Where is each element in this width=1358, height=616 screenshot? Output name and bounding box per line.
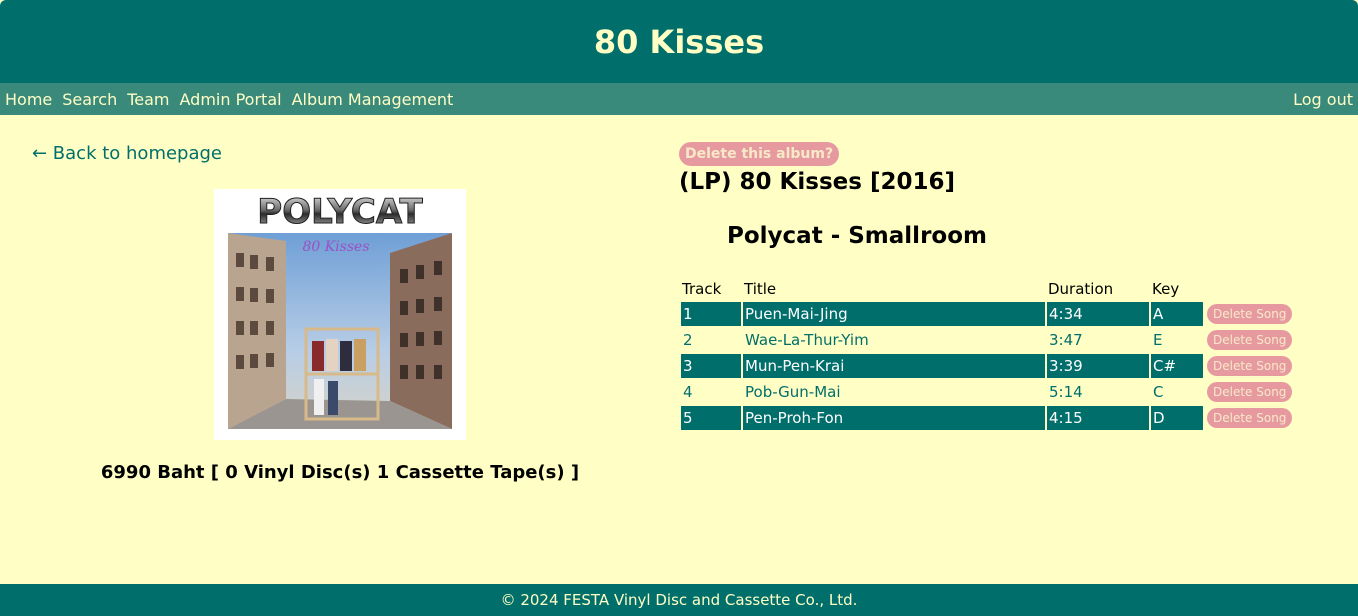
delete-song-button[interactable]: Delete Song xyxy=(1207,330,1293,350)
track-duration: 4:15 xyxy=(1047,406,1149,430)
back-to-homepage-link[interactable]: ← Back to homepage xyxy=(32,143,222,164)
artist-label-line: Polycat - Smallroom xyxy=(727,223,987,249)
price-stock-line: 6990 Baht [ 0 Vinyl Disc(s) 1 Cassette T… xyxy=(100,462,580,483)
track-duration: 4:34 xyxy=(1047,302,1149,326)
header-key: Key xyxy=(1152,280,1180,298)
table-row: 4 Pob-Gun-Mai 5:14 C Delete Song xyxy=(681,380,1294,404)
cover-script-title: 80 Kisses xyxy=(302,239,369,255)
delete-song-button[interactable]: Delete Song xyxy=(1207,382,1293,402)
nav-bar: Home Search Team Admin Portal Album Mana… xyxy=(0,83,1358,115)
track-duration: 3:47 xyxy=(1049,331,1083,349)
track-duration: 3:39 xyxy=(1047,354,1149,378)
delete-song-button[interactable]: Delete Song xyxy=(1207,304,1293,324)
track-duration: 5:14 xyxy=(1049,383,1083,401)
track-key: A xyxy=(1151,302,1203,326)
track-title: Pob-Gun-Mai xyxy=(745,383,841,401)
album-cover-image: POLYCAT 80 Kisses xyxy=(214,189,466,440)
table-row: 5 Pen-Proh-Fon 4:15 D Delete Song xyxy=(681,406,1294,430)
delete-album-button[interactable]: Delete this album? xyxy=(679,142,840,166)
header-duration: Duration xyxy=(1048,280,1114,298)
nav-search[interactable]: Search xyxy=(62,90,117,109)
nav-admin-portal[interactable]: Admin Portal xyxy=(180,90,282,109)
nav-home[interactable]: Home xyxy=(5,90,52,109)
nav-album-management[interactable]: Album Management xyxy=(292,90,454,109)
track-key: C xyxy=(1153,383,1164,401)
track-actions: Delete Song xyxy=(1205,328,1294,352)
site-title: 80 Kisses xyxy=(593,22,765,61)
track-key: C# xyxy=(1151,354,1203,378)
site-footer: © 2024 FESTA Vinyl Disc and Cassette Co.… xyxy=(0,584,1358,616)
delete-song-button[interactable]: Delete Song xyxy=(1207,356,1293,376)
track-actions: Delete Song xyxy=(1205,302,1294,326)
track-actions: Delete Song xyxy=(1205,380,1294,404)
table-row: 3 Mun-Pen-Krai 3:39 C# Delete Song xyxy=(681,354,1294,378)
site-header: 80 Kisses xyxy=(0,0,1358,83)
track-actions: Delete Song xyxy=(1205,354,1294,378)
track-number: 5 xyxy=(681,406,741,430)
track-number: 2 xyxy=(683,331,693,349)
track-actions: Delete Song xyxy=(1205,406,1294,430)
track-key: D xyxy=(1151,406,1203,430)
table-row: 1 Puen-Mai-Jing 4:34 A Delete Song xyxy=(681,302,1294,326)
track-title: Mun-Pen-Krai xyxy=(743,354,1045,378)
track-number: 3 xyxy=(681,354,741,378)
track-title: Pen-Proh-Fon xyxy=(743,406,1045,430)
track-number: 1 xyxy=(681,302,741,326)
track-title: Puen-Mai-Jing xyxy=(743,302,1045,326)
footer-copyright: © 2024 FESTA Vinyl Disc and Cassette Co.… xyxy=(500,591,858,609)
header-actions xyxy=(1205,278,1294,300)
table-row: 2 Wae-La-Thur-Yim 3:47 E Delete Song xyxy=(681,328,1294,352)
track-key: E xyxy=(1153,331,1163,349)
logout-link[interactable]: Log out xyxy=(1293,90,1353,109)
tracks-table: Track Title Duration Key 1 Puen-Mai-Jing… xyxy=(679,276,1296,432)
nav-team[interactable]: Team xyxy=(127,90,169,109)
album-title: (LP) 80 Kisses [2016] xyxy=(679,169,955,195)
track-title: Wae-La-Thur-Yim xyxy=(745,331,869,349)
tracks-header-row: Track Title Duration Key xyxy=(681,278,1294,300)
cover-brand-text: POLYCAT xyxy=(257,192,423,232)
header-title: Title xyxy=(744,280,777,298)
header-track: Track xyxy=(682,280,722,298)
track-number: 4 xyxy=(683,383,693,401)
delete-song-button[interactable]: Delete Song xyxy=(1207,408,1293,428)
album-cover-art: POLYCAT 80 Kisses xyxy=(214,189,466,440)
